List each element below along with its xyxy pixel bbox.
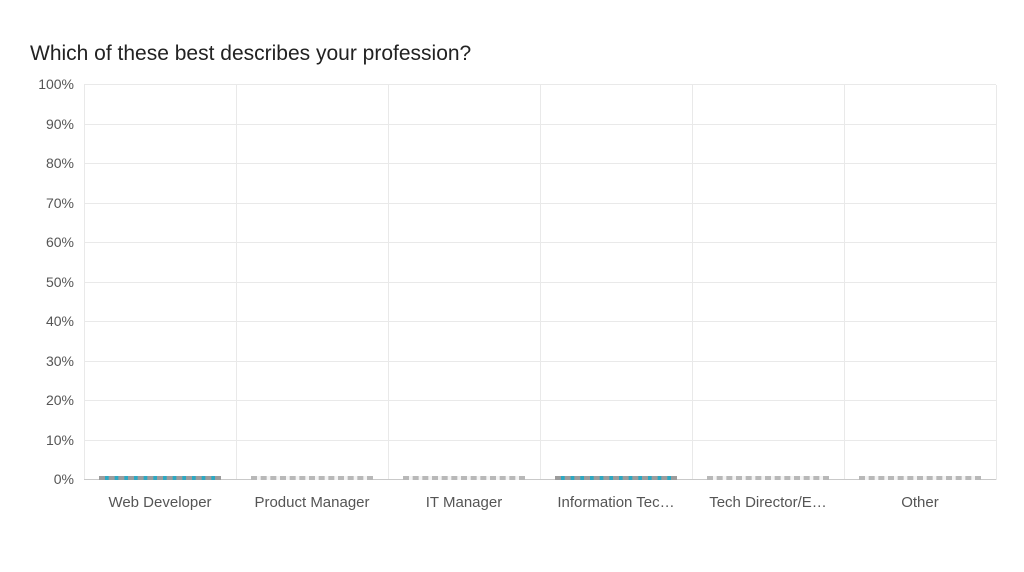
grid-line-v	[236, 85, 237, 480]
y-tick-label: 100%	[38, 76, 74, 92]
y-tick-label: 90%	[46, 116, 74, 132]
y-tick-label: 50%	[46, 274, 74, 290]
bar-product-manager	[251, 476, 373, 480]
grid-line-v	[692, 85, 693, 480]
grid-line-v	[84, 85, 85, 480]
chart: 0% 10% 20% 30% 40% 50% 60% 70% 80% 90% 1…	[84, 85, 996, 480]
x-tick-label: IT Manager	[388, 494, 540, 511]
y-tick-label: 70%	[46, 195, 74, 211]
y-tick-label: 20%	[46, 392, 74, 408]
x-tick-label: Tech Director/E…	[692, 494, 844, 511]
bar-it-manager	[403, 476, 525, 480]
bar-web-developer	[99, 476, 221, 480]
y-tick-label: 0%	[54, 471, 74, 487]
grid-line-v	[540, 85, 541, 480]
bar-information-tech	[555, 476, 677, 480]
grid-line-v	[996, 85, 997, 480]
y-tick-label: 40%	[46, 313, 74, 329]
bar-other	[859, 476, 981, 480]
grid-line-v	[388, 85, 389, 480]
x-tick-label: Product Manager	[236, 494, 388, 511]
y-tick-label: 80%	[46, 155, 74, 171]
grid-line-v	[844, 85, 845, 480]
x-tick-label: Information Tec…	[540, 494, 692, 511]
y-tick-label: 10%	[46, 432, 74, 448]
x-tick-label: Web Developer	[84, 494, 236, 511]
y-tick-label: 60%	[46, 234, 74, 250]
x-tick-label: Other	[844, 494, 996, 511]
y-tick-label: 30%	[46, 353, 74, 369]
bar-tech-director	[707, 476, 829, 480]
chart-title: Which of these best describes your profe…	[30, 42, 471, 66]
